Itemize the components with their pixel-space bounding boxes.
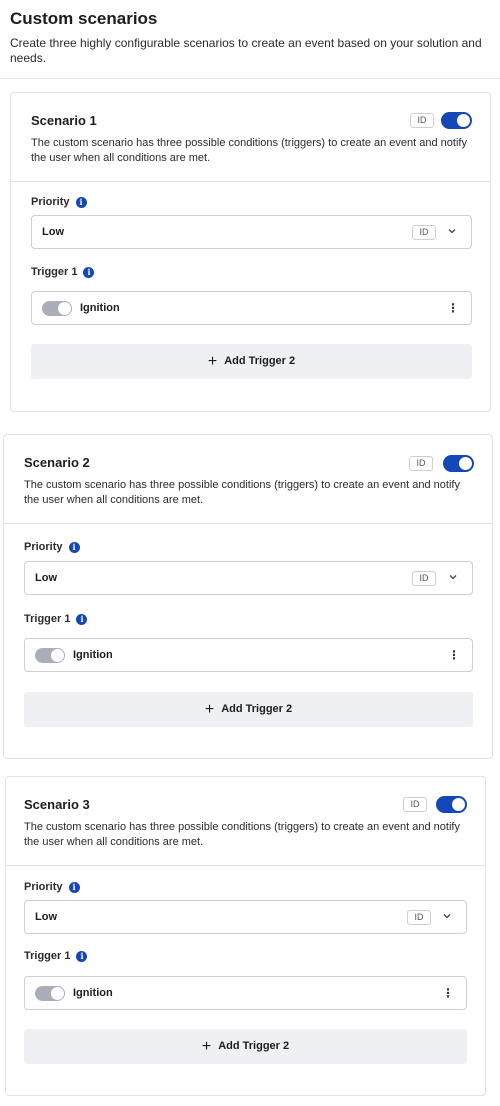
priority-label-text: Priority <box>24 881 63 893</box>
priority-select[interactable]: Low ID <box>31 215 472 249</box>
add-trigger-label: Add Trigger 2 <box>224 355 296 367</box>
id-badge[interactable]: ID <box>412 571 436 586</box>
trigger-name: Ignition <box>80 302 120 314</box>
scenario-enable-toggle[interactable] <box>443 455 474 472</box>
trigger-name: Ignition <box>73 649 113 661</box>
more-options-icon[interactable]: ⋮ <box>446 301 460 315</box>
scenario-header: Scenario 1 ID The custom scenario has th… <box>11 93 490 182</box>
trigger-toggle[interactable] <box>35 986 65 1001</box>
toggle-knob <box>51 987 64 1000</box>
scenario-card-1: Scenario 1 ID The custom scenario has th… <box>10 92 491 412</box>
add-trigger-button[interactable]: + Add Trigger 2 <box>31 344 472 379</box>
trigger-row[interactable]: Ignition ⋮ <box>24 638 473 672</box>
chevron-down-icon <box>448 229 456 234</box>
id-badge[interactable]: ID <box>403 797 427 812</box>
scenario-enable-toggle[interactable] <box>441 112 472 129</box>
trigger-label: Trigger 1 i <box>24 950 88 962</box>
id-badge[interactable]: ID <box>409 456 433 471</box>
priority-label: Priority i <box>24 541 80 553</box>
page-header: Custom scenarios Create three highly con… <box>10 8 492 66</box>
more-options-icon[interactable]: ⋮ <box>441 986 455 1000</box>
priority-value: Low <box>35 572 57 584</box>
scenario-title: Scenario 3 <box>24 797 90 812</box>
trigger-row[interactable]: Ignition ⋮ <box>31 291 472 325</box>
info-icon[interactable]: i <box>76 951 88 962</box>
plus-icon: + <box>201 1038 212 1055</box>
priority-label: Priority i <box>31 196 87 208</box>
chevron-down-icon <box>443 914 451 919</box>
trigger-label-text: Trigger 1 <box>24 950 71 962</box>
priority-label-text: Priority <box>31 196 70 208</box>
priority-value: Low <box>35 911 57 923</box>
scenario-header: Scenario 2 ID The custom scenario has th… <box>4 435 492 524</box>
more-options-icon[interactable]: ⋮ <box>447 648 461 662</box>
plus-icon: + <box>204 701 215 718</box>
page-title: Custom scenarios <box>10 9 158 28</box>
info-icon[interactable]: i <box>75 197 87 208</box>
add-trigger-label: Add Trigger 2 <box>218 1040 290 1052</box>
priority-value: Low <box>42 226 64 238</box>
scenario-description: The custom scenario has three possible c… <box>31 137 467 164</box>
add-trigger-label: Add Trigger 2 <box>221 703 293 715</box>
id-badge[interactable]: ID <box>410 113 434 128</box>
scenario-title: Scenario 1 <box>31 113 97 128</box>
info-icon[interactable]: i <box>83 267 95 278</box>
priority-select[interactable]: Low ID <box>24 561 473 595</box>
trigger-label: Trigger 1 i <box>31 266 95 278</box>
toggle-knob <box>51 649 64 662</box>
info-icon[interactable]: i <box>68 882 80 893</box>
trigger-row[interactable]: Ignition ⋮ <box>24 976 467 1010</box>
scenario-description: The custom scenario has three possible c… <box>24 821 460 848</box>
priority-select[interactable]: Low ID <box>24 900 467 934</box>
scenario-description: The custom scenario has three possible c… <box>24 479 460 506</box>
toggle-knob <box>58 302 71 315</box>
trigger-label-text: Trigger 1 <box>31 266 78 278</box>
trigger-label: Trigger 1 i <box>24 613 88 625</box>
trigger-toggle[interactable] <box>42 301 72 316</box>
add-trigger-button[interactable]: + Add Trigger 2 <box>24 1029 467 1064</box>
scenario-enable-toggle[interactable] <box>436 796 467 813</box>
id-badge[interactable]: ID <box>407 910 431 925</box>
chevron-down-icon <box>449 575 457 580</box>
priority-label-text: Priority <box>24 541 63 553</box>
scenario-title: Scenario 2 <box>24 455 90 470</box>
info-icon[interactable]: i <box>68 542 80 553</box>
scenario-header: Scenario 3 ID The custom scenario has th… <box>6 777 485 866</box>
priority-label: Priority i <box>24 881 80 893</box>
id-badge[interactable]: ID <box>412 225 436 240</box>
trigger-toggle[interactable] <box>35 648 65 663</box>
plus-icon: + <box>207 353 218 370</box>
toggle-knob <box>459 457 472 470</box>
trigger-name: Ignition <box>73 987 113 999</box>
scenario-card-2: Scenario 2 ID The custom scenario has th… <box>3 434 493 759</box>
add-trigger-button[interactable]: + Add Trigger 2 <box>24 692 473 727</box>
toggle-knob <box>457 114 470 127</box>
header-divider <box>0 78 500 79</box>
trigger-label-text: Trigger 1 <box>24 613 71 625</box>
page-description: Create three highly configurable scenari… <box>10 36 482 65</box>
toggle-knob <box>452 798 465 811</box>
scenario-card-3: Scenario 3 ID The custom scenario has th… <box>5 776 486 1096</box>
info-icon[interactable]: i <box>76 614 88 625</box>
